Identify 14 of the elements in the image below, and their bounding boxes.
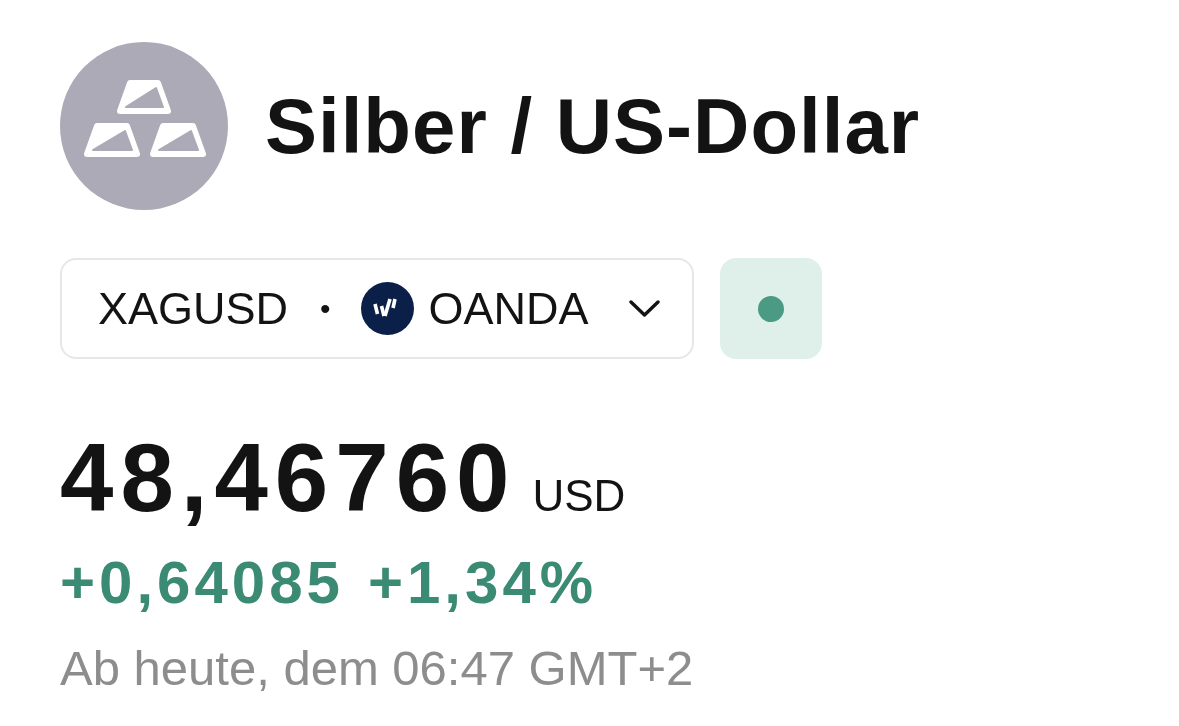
page-title: Silber / US-Dollar — [265, 87, 921, 165]
metal-bars-icon — [60, 42, 228, 210]
timestamp-text: Ab heute, dem 06:47 GMT+2 — [60, 644, 694, 693]
separator-dot: • — [320, 291, 331, 326]
exchange-logo-icon — [360, 282, 414, 335]
chevron-icon — [628, 300, 660, 317]
percent-change: +1,34% — [367, 553, 598, 613]
exchange-label: OANDA — [428, 282, 589, 335]
price-change: +0,64085 — [60, 553, 344, 613]
symbol-label: XAGUSD — [98, 282, 289, 335]
symbol-selector[interactable]: XAGUSD • OANDA — [60, 258, 694, 359]
market-status-button[interactable] — [719, 258, 822, 359]
currency-label: USD — [532, 474, 626, 518]
price-value: 48,46760 — [60, 430, 517, 526]
